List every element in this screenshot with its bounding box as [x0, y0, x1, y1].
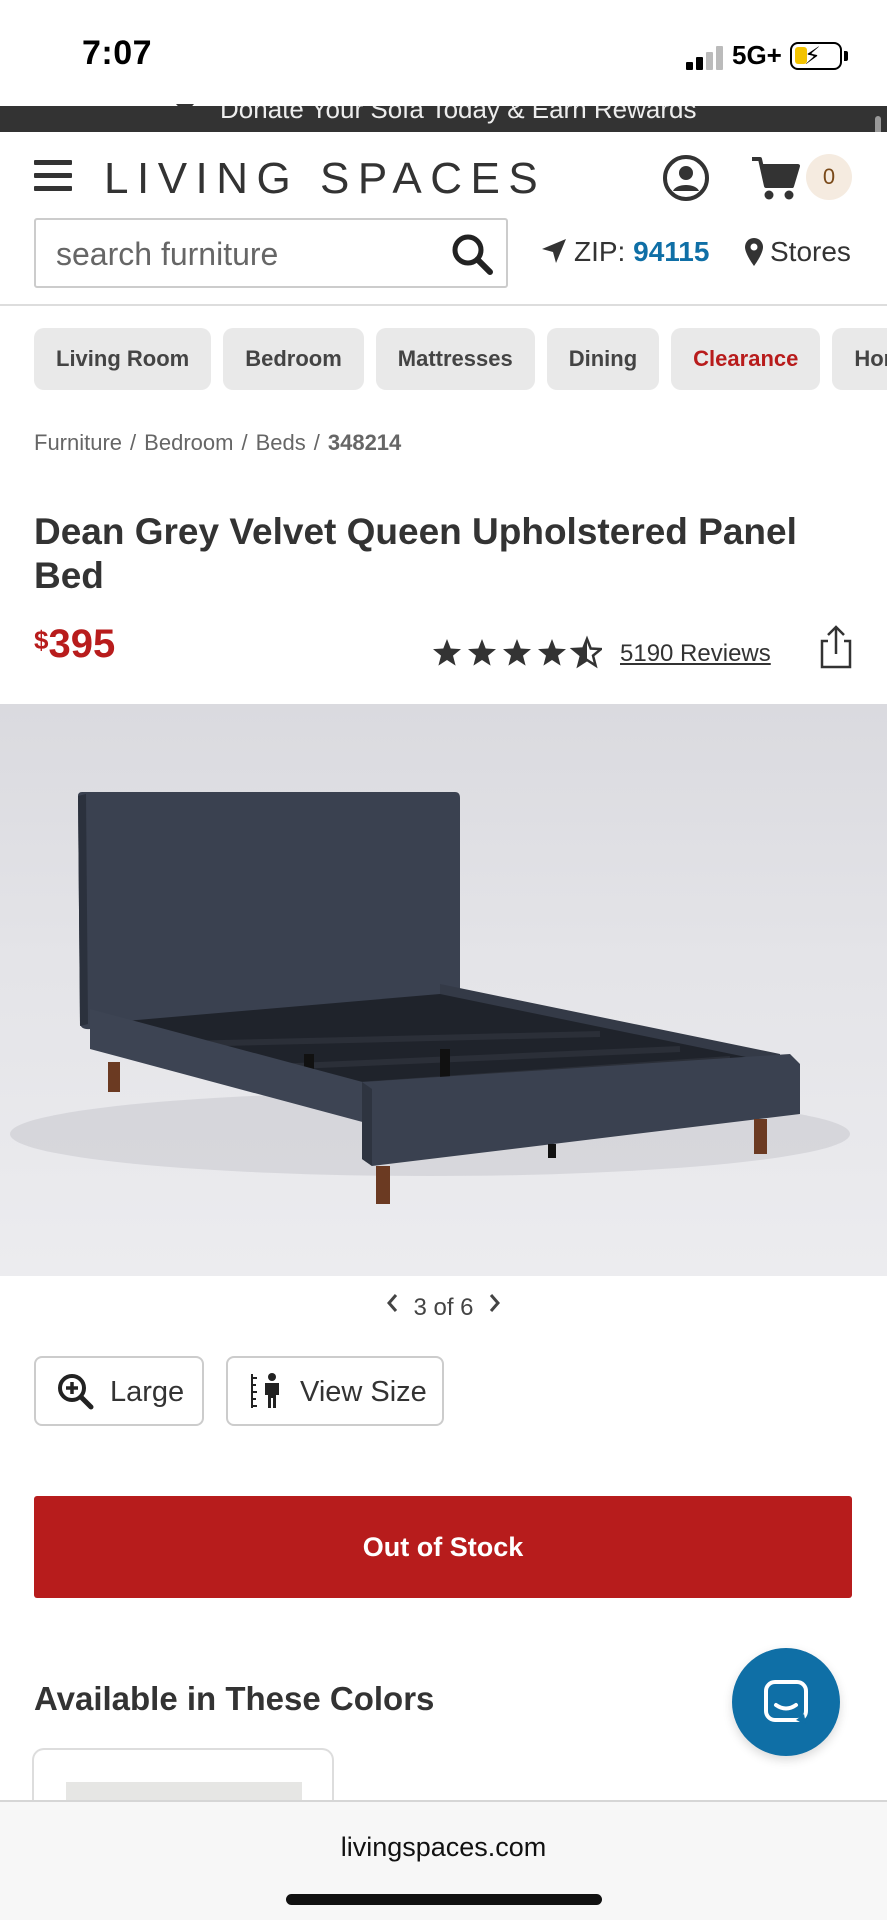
status-bar: 7:07 5G+ ⚡	[0, 0, 887, 106]
person-ruler-icon	[251, 1373, 279, 1408]
zip-selector[interactable]: ZIP: 94115	[540, 236, 709, 268]
hamburger-menu-icon[interactable]	[34, 160, 72, 194]
view-size-label: View Size	[300, 1376, 427, 1408]
star-icon	[538, 639, 566, 666]
chip-mattresses[interactable]: Mattresses	[375, 328, 535, 390]
site-header: LIVING SPACES 0 ZIP: 94115	[0, 132, 887, 306]
promo-text: Donate Your Sofa Today & Earn Rewards	[220, 106, 697, 124]
breadcrumb: Furniture / Bedroom / Beds/348214	[34, 430, 402, 455]
chip-clearance[interactable]: Clearance	[671, 328, 821, 390]
breadcrumb-furniture[interactable]: Furniture	[34, 430, 122, 455]
stores-label: Stores	[770, 236, 851, 267]
colors-section-title: Available in These Colors	[34, 1680, 435, 1717]
zoom-in-icon	[58, 1374, 94, 1410]
product-price: $395	[34, 622, 115, 667]
half-star-icon	[571, 637, 602, 667]
chevron-right-icon[interactable]	[484, 1292, 504, 1314]
category-chips: Living Room Bedroom Mattresses Dining Cleara…	[34, 328, 887, 390]
stores-link[interactable]: Stores	[744, 236, 851, 268]
account-icon[interactable]	[662, 154, 710, 202]
url-text[interactable]: livingspaces.com	[0, 1832, 887, 1863]
chip-home-decor[interactable]: Home Decor	[832, 328, 887, 390]
status-time: 7:07	[82, 34, 153, 72]
location-arrow-icon	[542, 239, 566, 263]
search-box[interactable]	[34, 218, 508, 288]
bed-illustration	[10, 792, 850, 1204]
star-icon	[433, 639, 461, 666]
browser-address-bar[interactable]: livingspaces.com	[0, 1800, 887, 1920]
zip-label: ZIP:	[574, 236, 626, 267]
search-icon[interactable]	[450, 232, 494, 276]
view-large-label: Large	[110, 1376, 185, 1408]
site-logo[interactable]: LIVING SPACES	[104, 154, 546, 204]
image-counter: 3 of 6	[413, 1293, 474, 1321]
reviews-link[interactable]: 5190 Reviews	[620, 640, 771, 668]
color-swatch-card[interactable]	[32, 1748, 334, 1808]
chip-bedroom[interactable]: Bedroom	[223, 328, 364, 390]
battery-icon: ⚡	[790, 42, 848, 70]
breadcrumb-sku: 348214	[327, 430, 402, 455]
star-icon	[503, 639, 531, 666]
out-of-stock-button[interactable]: Out of Stock	[34, 1496, 852, 1598]
view-large-button[interactable]: Large	[34, 1356, 204, 1426]
signal-icon	[686, 46, 726, 70]
share-icon[interactable]	[818, 624, 854, 670]
breadcrumb-beds[interactable]: Beds	[256, 430, 306, 455]
star-icon	[468, 639, 496, 666]
chat-button[interactable]	[732, 1648, 840, 1756]
product-title: Dean Grey Velvet Queen Upholstered Panel…	[34, 511, 797, 596]
search-input[interactable]	[56, 232, 436, 276]
breadcrumb-bedroom[interactable]: Bedroom	[144, 430, 233, 455]
chevron-left-icon[interactable]	[383, 1292, 403, 1314]
promo-caret	[176, 104, 194, 114]
price-amount: 395	[48, 622, 116, 666]
cart-count-badge[interactable]: 0	[806, 154, 852, 200]
view-size-button[interactable]: View Size	[226, 1356, 444, 1426]
map-pin-icon	[745, 238, 763, 266]
home-indicator[interactable]	[286, 1894, 602, 1905]
network-label: 5G+	[732, 40, 782, 70]
chat-icon	[764, 1680, 808, 1724]
cart-icon[interactable]	[750, 154, 802, 202]
rating-stars[interactable]	[432, 634, 602, 670]
promo-banner[interactable]: Donate Your Sofa Today & Earn Rewards	[0, 106, 887, 132]
chip-dining[interactable]: Dining	[546, 328, 660, 390]
image-pager: 3 of 6	[0, 1292, 887, 1322]
product-image[interactable]	[0, 704, 887, 1276]
chip-living-room[interactable]: Living Room	[34, 328, 212, 390]
zip-code[interactable]: 94115	[633, 236, 709, 267]
price-currency: $	[34, 625, 49, 655]
